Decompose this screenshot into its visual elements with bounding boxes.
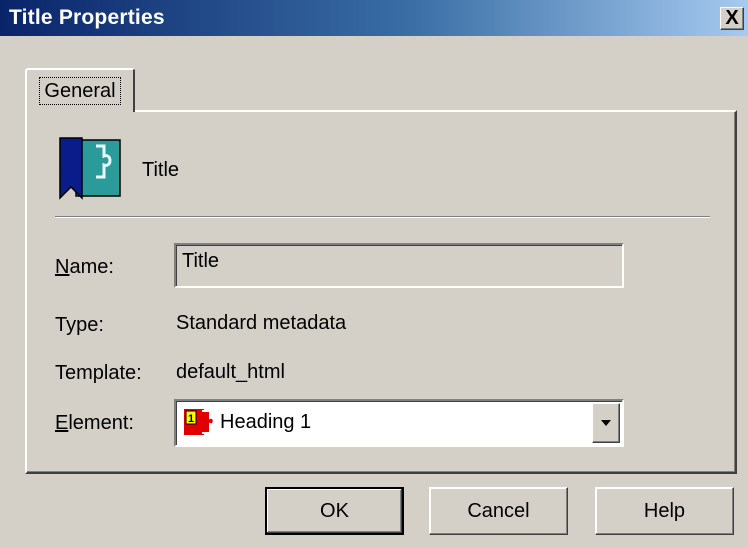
heading-tag-icon: 1 xyxy=(182,407,216,443)
svg-text:1: 1 xyxy=(188,413,194,425)
element-label: Element: xyxy=(55,412,134,434)
element-value: Heading 1 xyxy=(220,411,312,433)
tab-general-label: General xyxy=(39,77,121,105)
title-bar: Title Properties X xyxy=(0,0,748,36)
close-button[interactable]: X xyxy=(720,7,744,30)
chevron-down-icon xyxy=(601,420,611,426)
type-value: Standard metadata xyxy=(176,312,347,334)
template-value: default_html xyxy=(176,361,285,383)
name-value: Title xyxy=(182,250,220,272)
help-button-label: Help xyxy=(643,499,686,522)
close-icon: X xyxy=(725,6,739,29)
template-label: Template: xyxy=(55,362,142,384)
window-title: Title Properties xyxy=(9,6,165,29)
name-field[interactable]: Title xyxy=(174,243,624,288)
header-title: Title xyxy=(142,159,180,181)
title-bookmark-puzzle-icon xyxy=(54,136,124,206)
element-dropdown[interactable]: 1 Heading 1 xyxy=(174,399,624,447)
help-button[interactable]: Help xyxy=(595,487,734,535)
ok-button[interactable]: OK xyxy=(265,487,404,535)
cancel-button[interactable]: Cancel xyxy=(429,487,568,535)
dropdown-button[interactable] xyxy=(592,403,620,443)
tab-general[interactable]: General xyxy=(25,68,135,112)
name-label: Name: xyxy=(55,256,114,278)
cancel-button-label: Cancel xyxy=(467,499,530,522)
separator xyxy=(55,216,710,218)
ok-button-label: OK xyxy=(320,499,349,522)
type-label: Type: xyxy=(55,314,104,336)
